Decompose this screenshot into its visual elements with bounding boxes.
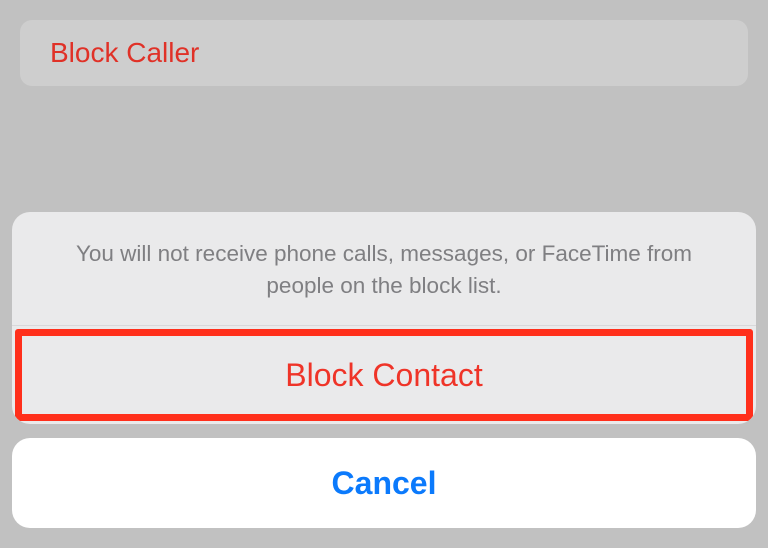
cancel-button[interactable]: Cancel [12, 438, 756, 528]
block-contact-button[interactable]: Block Contact [12, 326, 756, 424]
cancel-label: Cancel [332, 465, 437, 502]
block-caller-row[interactable]: Block Caller [20, 20, 748, 86]
action-sheet-message: You will not receive phone calls, messag… [12, 212, 756, 326]
action-sheet: You will not receive phone calls, messag… [12, 212, 756, 528]
block-caller-label: Block Caller [50, 37, 199, 69]
action-sheet-main: You will not receive phone calls, messag… [12, 212, 756, 424]
block-contact-label: Block Contact [285, 357, 482, 394]
